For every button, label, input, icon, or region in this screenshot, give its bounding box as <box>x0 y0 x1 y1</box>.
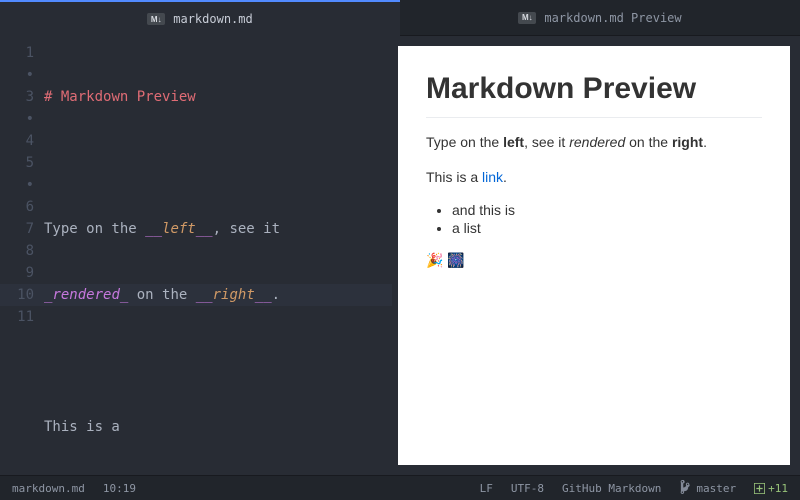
preview-pane: Markdown Preview Type on the left, see i… <box>392 36 800 475</box>
line-number: 10 <box>0 284 34 306</box>
git-diff-count: +11 <box>768 482 788 495</box>
status-bar: markdown.md 10:19 LF UTF-8 GitHub Markdo… <box>0 475 800 500</box>
bold-marker: __ <box>196 221 213 237</box>
tab-preview-label: markdown.md Preview <box>544 11 681 25</box>
line-number-wrap <box>0 64 34 86</box>
line-number: 6 <box>0 196 34 218</box>
line-number: 1 <box>0 42 34 64</box>
code-text: , see it <box>213 221 280 237</box>
line-number: 4 <box>0 130 34 152</box>
git-added-icon <box>754 483 765 494</box>
preview-paragraph: Type on the left, see it rendered on the… <box>426 132 762 153</box>
line-number: 11 <box>0 306 34 328</box>
status-cursor-pos[interactable]: 10:19 <box>103 482 136 495</box>
heading-text: Markdown Preview <box>52 89 195 105</box>
preview-link[interactable]: link <box>482 169 503 185</box>
git-branch-icon <box>679 480 691 497</box>
status-git-diff[interactable]: +11 <box>754 482 788 495</box>
status-grammar[interactable]: GitHub Markdown <box>562 482 661 495</box>
preview-content[interactable]: Markdown Preview Type on the left, see i… <box>398 46 790 465</box>
line-number: 7 <box>0 218 34 240</box>
line-number-gutter: 1 3 4 5 6 7 8 9 10 11 <box>0 36 44 475</box>
status-filename[interactable]: markdown.md <box>12 482 85 495</box>
preview-emoji: 🎉 🎆 <box>426 250 762 271</box>
preview-heading: Markdown Preview <box>426 72 762 118</box>
bold-marker: __ <box>196 287 213 303</box>
status-line-ending[interactable]: LF <box>480 482 493 495</box>
code-text: This is a <box>44 419 120 435</box>
status-encoding[interactable]: UTF-8 <box>511 482 544 495</box>
split-panes: 1 3 4 5 6 7 8 9 10 11 # Markdown Preview… <box>0 36 800 475</box>
bold-marker: __ <box>145 221 162 237</box>
bold-text: right <box>213 287 255 303</box>
tab-bar: M↓ markdown.md M↓ markdown.md Preview <box>0 0 800 36</box>
line-number-wrap <box>0 174 34 196</box>
preview-list: and this is a list <box>426 202 762 236</box>
code-area[interactable]: # Markdown Preview Type on the __left__,… <box>44 36 392 475</box>
bold-marker: __ <box>255 287 272 303</box>
bold-text: left <box>162 221 196 237</box>
editor-pane[interactable]: 1 3 4 5 6 7 8 9 10 11 # Markdown Preview… <box>0 36 392 475</box>
markdown-file-icon: M↓ <box>147 13 165 25</box>
preview-list-item: and this is <box>452 202 762 218</box>
markdown-file-icon: M↓ <box>518 12 536 24</box>
status-git-branch[interactable]: master <box>696 482 736 495</box>
preview-paragraph: This is a link. <box>426 167 762 188</box>
code-text: on the <box>128 287 195 303</box>
tab-editor-label: markdown.md <box>173 12 252 26</box>
italic-text: rendered <box>52 287 119 303</box>
line-number: 5 <box>0 152 34 174</box>
tab-editor[interactable]: M↓ markdown.md <box>0 0 400 36</box>
line-number: 9 <box>0 262 34 284</box>
preview-list-item: a list <box>452 220 762 236</box>
code-text: Type on the <box>44 221 145 237</box>
tab-preview[interactable]: M↓ markdown.md Preview <box>400 0 800 36</box>
line-number-wrap <box>0 108 34 130</box>
line-number: 3 <box>0 86 34 108</box>
code-text: . <box>272 287 280 303</box>
line-number: 8 <box>0 240 34 262</box>
